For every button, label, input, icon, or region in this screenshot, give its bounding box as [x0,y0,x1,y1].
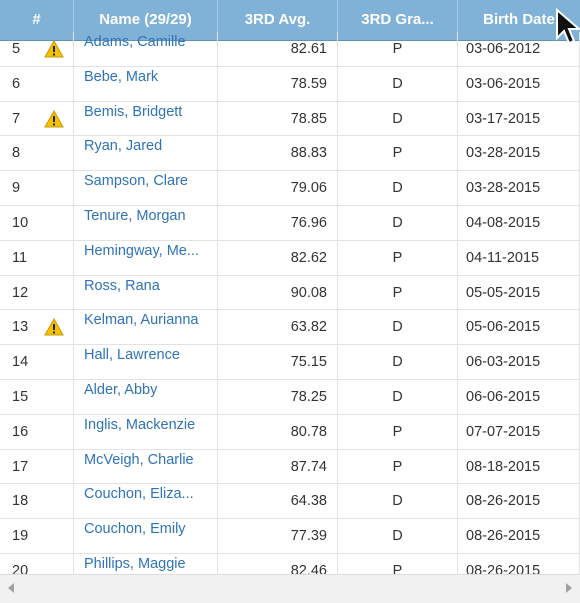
student-name-link[interactable]: Sampson, Clare [74,171,218,205]
student-name-link[interactable]: Hall, Lawrence [74,345,218,379]
table-row[interactable]: 8 Ryan, Jared 88.83 P 03-28-2015 [0,136,580,172]
birth-date-cell: 06-03-2015 [458,345,580,379]
birth-date-cell: 05-06-2015 [458,310,580,345]
birth-date-cell: 08-26-2015 [458,519,580,553]
third-grade-cell: P [338,275,458,310]
student-name-link[interactable]: Ryan, Jared [74,136,218,171]
table-row[interactable]: 17 McVeigh, Charlie 87.74 P 08-18-2015 [0,449,580,485]
student-name-link[interactable]: Kelman, Aurianna [74,310,218,345]
third-average-cell: 87.74 [218,449,338,484]
third-grade-cell: D [338,519,458,553]
scroll-right-icon[interactable] [566,583,572,593]
row-number: 7 [0,101,74,136]
third-grade-cell: P [338,449,458,484]
row-number: 11 [0,240,74,275]
student-name-link[interactable]: Tenure, Morgan [74,205,218,240]
birth-date-cell: 03-28-2015 [458,171,580,205]
grid-body: 5 Adams, Camille 82.61 P 03-06-2012 6 Bebe, Ma… [0,32,580,589]
third-average-cell: 88.83 [218,136,338,171]
student-grid: # Name (29/29) 3RD Avg. 3RD Gra... Birth… [0,0,580,603]
row-number: 9 [0,171,74,205]
table-row[interactable]: 11 Hemingway, Me... 82.62 P 04-11-2015 [0,240,580,276]
row-number: 6 [0,66,74,101]
birth-date-cell: 04-08-2015 [458,205,580,240]
table-row[interactable]: 6 Bebe, Mark 78.59 D 03-06-2015 [0,66,580,102]
row-number: 12 [0,275,74,310]
student-name-link[interactable]: McVeigh, Charlie [74,449,218,484]
third-average-cell: 80.78 [218,414,338,449]
third-average-cell: 64.38 [218,484,338,519]
row-number: 5 [0,32,74,66]
birth-date-cell: 08-26-2015 [458,484,580,519]
third-average-cell: 79.06 [218,171,338,205]
birth-date-cell: 04-11-2015 [458,240,580,275]
third-grade-cell: P [338,240,458,275]
table-row[interactable]: 15 Alder, Abby 78.25 D 06-06-2015 [0,379,580,415]
third-grade-cell: P [338,136,458,171]
row-number: 14 [0,345,74,379]
student-name-link[interactable]: Hemingway, Me... [74,240,218,275]
third-grade-cell: D [338,345,458,379]
table-row[interactable]: 13 Kelman, Aurianna 63.82 D 05-06-2015 [0,310,580,346]
warning-icon [44,39,64,58]
third-average-cell: 77.39 [218,519,338,553]
student-name-link[interactable]: Ross, Rana [74,275,218,310]
birth-date-cell: 07-07-2015 [458,414,580,449]
row-number: 13 [0,310,74,345]
birth-date-cell: 06-06-2015 [458,379,580,414]
student-name-link[interactable]: Couchon, Eliza... [74,484,218,519]
row-number: 19 [0,519,74,553]
scroll-left-icon[interactable] [8,583,14,593]
birth-date-cell: 05-05-2015 [458,275,580,310]
third-grade-cell: D [338,171,458,205]
student-name-link[interactable]: Bebe, Mark [74,66,218,101]
third-average-cell: 82.62 [218,240,338,275]
third-grade-cell: D [338,310,458,345]
third-average-cell: 78.59 [218,66,338,101]
third-average-cell: 78.85 [218,101,338,136]
table-row[interactable]: 5 Adams, Camille 82.61 P 03-06-2012 [0,32,580,67]
horizontal-scrollbar[interactable] [0,574,580,603]
third-grade-cell: D [338,379,458,414]
table-row[interactable]: 19 Couchon, Emily 77.39 D 08-26-2015 [0,519,580,554]
table-row[interactable]: 16 Inglis, Mackenzie 80.78 P 07-07-2015 [0,414,580,450]
third-average-cell: 78.25 [218,379,338,414]
row-number: 10 [0,205,74,240]
third-average-cell: 63.82 [218,310,338,345]
student-name-link[interactable]: Bemis, Bridgett [74,101,218,136]
student-name-link[interactable]: Adams, Camille [74,32,218,66]
third-average-cell: 76.96 [218,205,338,240]
third-average-cell: 75.15 [218,345,338,379]
student-name-link[interactable]: Alder, Abby [74,379,218,414]
warning-icon [44,109,64,128]
row-number: 16 [0,414,74,449]
mouse-pointer-icon [556,8,580,45]
row-number: 8 [0,136,74,171]
table-row[interactable]: 9 Sampson, Clare 79.06 D 03-28-2015 [0,171,580,206]
third-grade-cell: D [338,101,458,136]
student-name-link[interactable]: Inglis, Mackenzie [74,414,218,449]
student-name-link[interactable]: Couchon, Emily [74,519,218,553]
row-number: 15 [0,379,74,414]
table-row[interactable]: 10 Tenure, Morgan 76.96 D 04-08-2015 [0,205,580,241]
table-row[interactable]: 18 Couchon, Eliza... 64.38 D 08-26-2015 [0,484,580,520]
third-average-cell: 82.61 [218,32,338,66]
third-grade-cell: P [338,414,458,449]
warning-icon [44,318,64,336]
table-row[interactable]: 14 Hall, Lawrence 75.15 D 06-03-2015 [0,345,580,380]
birth-date-cell: 08-18-2015 [458,449,580,484]
table-row[interactable]: 12 Ross, Rana 90.08 P 05-05-2015 [0,275,580,311]
birth-date-cell: 03-17-2015 [458,101,580,136]
third-grade-cell: D [338,205,458,240]
third-grade-cell: D [338,484,458,519]
third-grade-cell: P [338,32,458,66]
row-number: 17 [0,449,74,484]
third-average-cell: 90.08 [218,275,338,310]
row-number: 18 [0,484,74,519]
birth-date-cell: 03-28-2015 [458,136,580,171]
third-grade-cell: D [338,66,458,101]
birth-date-cell: 03-06-2015 [458,66,580,101]
table-row[interactable]: 7 Bemis, Bridgett 78.85 D 03-17-2015 [0,101,580,137]
